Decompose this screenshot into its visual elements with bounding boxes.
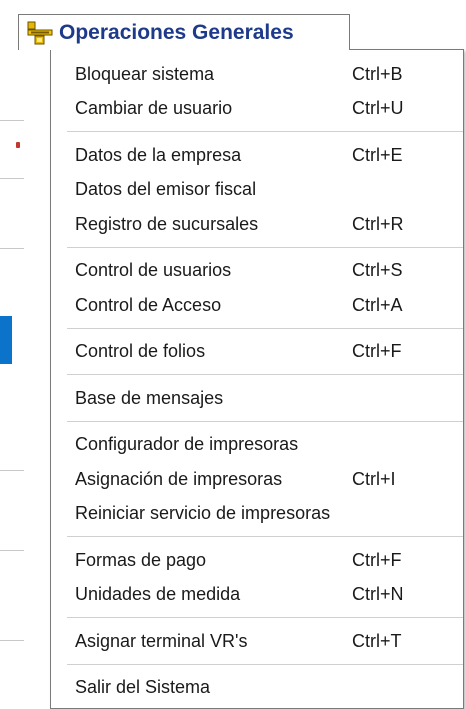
menu-item-shortcut: Ctrl+I xyxy=(352,468,396,489)
menu-item-asignar-terminal-vr-s[interactable]: Asignar terminal VR's Ctrl+T xyxy=(51,624,461,658)
menu-item-label: Formas de pago xyxy=(75,549,207,570)
menu-item-shortcut: Ctrl+E xyxy=(352,144,403,165)
menu-item-shortcut: Ctrl+R xyxy=(352,213,404,234)
menu-item-label: Reiniciar servicio de impresoras xyxy=(75,503,331,523)
menu-item-control-de-acceso[interactable]: Control de Acceso Ctrl+A xyxy=(51,288,461,322)
menu-item-label: Unidades de medida xyxy=(75,584,241,604)
menu-item-shortcut: Ctrl+U xyxy=(352,98,404,118)
menu-item-label: Salir del Sistema xyxy=(75,677,211,697)
menu-operaciones-generales[interactable]: Operaciones Generales xyxy=(18,14,350,50)
menu-item-label: Control de usuarios xyxy=(75,260,232,280)
menu-item-label: Datos de la empresa xyxy=(75,144,242,165)
menu-item-shortcut: Ctrl+A xyxy=(352,294,403,315)
menu-separator xyxy=(67,246,463,248)
background-marker xyxy=(16,142,20,148)
menu-item-datos-del-emisor-fiscal[interactable]: Datos del emisor fiscal xyxy=(51,173,461,207)
background-divider xyxy=(0,248,24,249)
menu-item-label: Asignar terminal VR's xyxy=(75,630,248,651)
menu-item-configurador-de-impresoras[interactable]: Configurador de impresoras xyxy=(51,428,461,462)
menu-item-shortcut: Ctrl+N xyxy=(352,584,404,604)
menu-item-label: Bloquear sistema xyxy=(75,63,215,84)
app-menu-icon xyxy=(27,21,53,45)
menu-item-base-de-mensajes[interactable]: Base de mensajes xyxy=(51,381,461,415)
menu-item-registro-de-sucursales[interactable]: Registro de sucursales Ctrl+R xyxy=(51,207,461,241)
menu-item-control-de-folios[interactable]: Control de folios Ctrl+F xyxy=(51,335,461,369)
menu-item-reiniciar-servicio-de-impresoras[interactable]: Reiniciar servicio de impresoras xyxy=(51,497,461,531)
menu-item-bloquear-sistema[interactable]: Bloquear sistema Ctrl+B xyxy=(51,57,461,91)
menu-item-shortcut: Ctrl+T xyxy=(352,630,402,651)
background-divider xyxy=(0,178,24,179)
menu-item-shortcut: Ctrl+S xyxy=(352,260,403,280)
menu-item-cambiar-de-usuario[interactable]: Cambiar de usuario Ctrl+U xyxy=(51,92,461,126)
background-selection-highlight xyxy=(0,316,12,364)
menu-item-label: Registro de sucursales xyxy=(75,213,259,234)
menu-item-label: Control de Acceso xyxy=(75,294,222,315)
menu-item-label: Cambiar de usuario xyxy=(75,98,233,118)
menu-item-label: Control de folios xyxy=(75,341,206,361)
menu-separator xyxy=(67,420,463,422)
menu-item-formas-de-pago[interactable]: Formas de pago Ctrl+F xyxy=(51,543,461,577)
background-divider xyxy=(0,120,24,121)
menu-separator xyxy=(67,663,463,665)
menu-item-salir-del-sistema[interactable]: Salir del Sistema xyxy=(51,671,461,705)
menu-item-asignacion-de-impresoras[interactable]: Asignación de impresoras Ctrl+I xyxy=(51,462,461,496)
menu-separator xyxy=(67,327,463,329)
menu-item-label: Base de mensajes xyxy=(75,387,224,408)
menu-separator xyxy=(67,131,463,132)
menu-separator xyxy=(67,536,463,537)
menu-separator xyxy=(67,374,463,375)
menu-item-unidades-de-medida[interactable]: Unidades de medida Ctrl+N xyxy=(51,578,461,612)
background-divider xyxy=(0,640,24,641)
menu-item-shortcut: Ctrl+F xyxy=(352,341,402,361)
menu-title-label: Operaciones Generales xyxy=(59,20,294,44)
menu-item-label: Configurador de impresoras xyxy=(75,434,299,454)
background-divider xyxy=(0,470,24,471)
menu-item-control-de-usuarios[interactable]: Control de usuarios Ctrl+S xyxy=(51,254,461,288)
menu-item-datos-de-la-empresa[interactable]: Datos de la empresa Ctrl+E xyxy=(51,138,461,172)
background-divider xyxy=(0,550,24,551)
menu-item-shortcut: Ctrl+B xyxy=(352,63,403,84)
menu-separator xyxy=(67,617,463,618)
dropdown-menu: Bloquear sistema Ctrl+B Cambiar de usuario… xyxy=(50,49,464,709)
menu-item-label: Datos del emisor fiscal xyxy=(75,179,257,199)
menu-item-label: Asignación de impresoras xyxy=(75,468,283,489)
menu-item-shortcut: Ctrl+F xyxy=(352,549,402,570)
